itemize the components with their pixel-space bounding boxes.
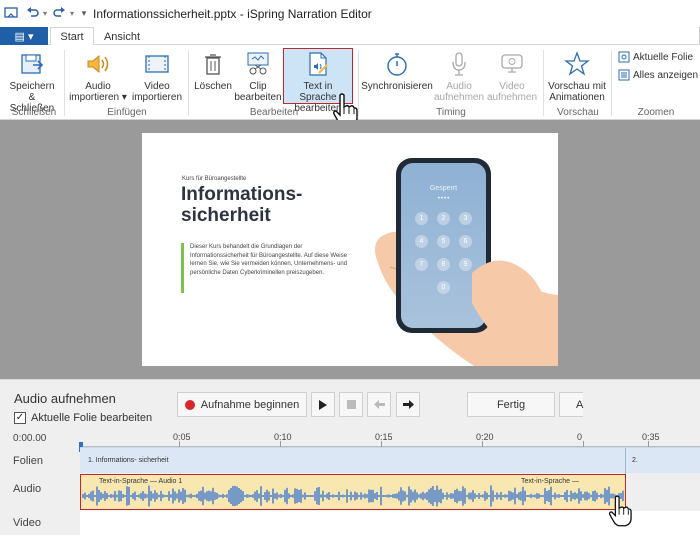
row-label-folien: Folien [13, 455, 43, 467]
arrow-left-icon [373, 400, 385, 409]
slide-segment-1[interactable]: 1. Informations- sicherheit [80, 448, 626, 474]
edit-current-slide-label: Aktuelle Folie bearbeiten [31, 412, 153, 424]
stopwatch-icon [361, 49, 433, 79]
clip-icon [234, 49, 282, 79]
play-icon [319, 399, 327, 410]
customize-toolbar-icon[interactable]: ▾ [79, 5, 89, 21]
ribbon-tabs: ▤ ▾ Start Ansicht [0, 27, 700, 46]
app-icon [4, 5, 18, 21]
tts-icon [284, 49, 352, 79]
hand-cursor-icon [608, 495, 632, 527]
redo-icon[interactable] [52, 5, 66, 21]
slide-preview: Kurs für Büroangestellte Informations- s… [142, 133, 558, 366]
thumb-illustration [472, 260, 558, 343]
pin-dots: •••• [437, 196, 451, 202]
time-tick: 0 [577, 432, 583, 442]
file-menu-icon: ▤ ▾ [14, 30, 34, 43]
current-time: 0:00.00 [13, 433, 47, 444]
phone-key: 8 [437, 258, 450, 271]
row-label-video: Video [13, 517, 41, 529]
done-button[interactable]: Fertig [467, 392, 555, 417]
time-tick: 0:10 [274, 432, 292, 442]
window-title: Informationssicherheit.pptx - iSpring Na… [93, 7, 372, 21]
microphone-icon [434, 49, 484, 79]
slide-accent-bar [181, 243, 184, 293]
stop-button[interactable] [339, 392, 363, 417]
phone-key: 4 [415, 235, 428, 248]
redo-dropdown-icon[interactable]: ▾ [68, 5, 76, 21]
group-separator [188, 50, 189, 116]
group-separator [358, 50, 359, 116]
arrow-right-icon [402, 400, 414, 409]
next-slide-button[interactable] [396, 392, 420, 417]
synchronize-button[interactable]: Synchronisieren [361, 49, 433, 92]
previous-slide-button[interactable] [367, 392, 391, 417]
time-tick: 0:35 [642, 432, 660, 442]
undo-dropdown-icon[interactable]: ▾ [41, 5, 49, 21]
start-recording-button[interactable]: Aufnahme beginnen [177, 392, 307, 417]
undo-icon[interactable] [25, 5, 39, 21]
recording-title: Audio aufnehmen [14, 391, 116, 406]
slides-track: 1. Informations- sicherheit 2. [80, 447, 700, 474]
phone-key: 5 [437, 235, 450, 248]
cut-button[interactable]: A [559, 392, 583, 417]
zoom-show-all-button[interactable]: Alles anzeigen [618, 69, 698, 81]
record-dot-icon [184, 399, 195, 410]
webcam-icon [486, 49, 538, 79]
slide-body-text: Dieser Kurs behandelt die Grundlagen der… [190, 244, 348, 276]
clip-edit-button[interactable]: Clip bearbeiten [234, 49, 282, 103]
phone-key: 7 [415, 258, 428, 271]
slide-kicker: Kurs für Büroangestellte [182, 176, 247, 182]
time-tick: 0:15 [375, 432, 393, 442]
stop-icon [346, 400, 356, 409]
title-bar: ▾ ▾ ▾ Informationssicherheit.pptx - iSpr… [0, 0, 700, 27]
play-button[interactable] [311, 392, 335, 417]
phone-key: 6 [459, 235, 472, 248]
zoom-all-icon [618, 69, 630, 81]
phone-key: 0 [437, 281, 450, 294]
zoom-current-slide-button[interactable]: Aktuelle Folie [618, 51, 693, 63]
video-track [80, 511, 700, 535]
save-close-button[interactable]: Speichern & Schließen [6, 49, 58, 114]
phone-status-text: Gesperrt [429, 185, 458, 192]
delete-button[interactable]: Löschen [192, 49, 234, 92]
timeline: 0:00.00 0:05 0:10 0:15 0:20 0 0:35 Folie… [0, 429, 700, 535]
edit-current-slide-checkbox[interactable]: ✓ [14, 412, 26, 424]
narration-editor-window: ▾ ▾ ▾ Informationssicherheit.pptx - iSpr… [0, 0, 700, 535]
file-menu-button[interactable]: ▤ ▾ [0, 27, 48, 45]
group-label-einfuegen: Einfügen [107, 107, 147, 118]
speaker-icon [68, 49, 128, 79]
star-icon [546, 49, 608, 79]
audio-import-button[interactable]: Audio importieren ▾ [68, 49, 128, 103]
trash-icon [192, 49, 234, 79]
slide-canvas: Kurs für Büroangestellte Informations- s… [0, 120, 700, 379]
group-label-zoomen: Zoomen [637, 107, 675, 118]
group-separator [64, 50, 65, 116]
video-icon [130, 49, 184, 79]
group-separator [543, 50, 544, 116]
tab-ansicht[interactable]: Ansicht [98, 27, 146, 46]
save-icon [6, 49, 58, 79]
slide-segment-2[interactable]: 2. [632, 457, 638, 464]
phone-key: 3 [459, 212, 472, 225]
audio-waveform [82, 485, 624, 507]
preview-animations-button[interactable]: Vorschau mit Animationen [546, 49, 608, 103]
video-import-button[interactable]: Video importieren [130, 49, 184, 103]
slide-title: Informations- sicherheit [181, 184, 303, 226]
record-video-button[interactable]: Video aufnehmen [486, 49, 538, 103]
zoom-current-icon [618, 51, 630, 63]
phone-key: 9 [459, 258, 472, 271]
time-tick: 0:05 [173, 432, 191, 442]
time-tick: 0:20 [476, 432, 494, 442]
phone-key: 2 [437, 212, 450, 225]
tab-start[interactable]: Start [50, 27, 94, 46]
group-label-timing: Timing [436, 107, 466, 118]
audio-clip[interactable]: Text-in-Sprache — Audio 1 Text-in-Sprach… [80, 474, 626, 510]
group-label-schliessen: Schließen [11, 107, 57, 118]
record-audio-button[interactable]: Audio aufnehmen [434, 49, 484, 103]
group-separator [611, 50, 612, 116]
row-label-audio: Audio [13, 483, 42, 495]
phone-key: 1 [415, 212, 428, 225]
group-label-vorschau: Vorschau [557, 107, 599, 118]
